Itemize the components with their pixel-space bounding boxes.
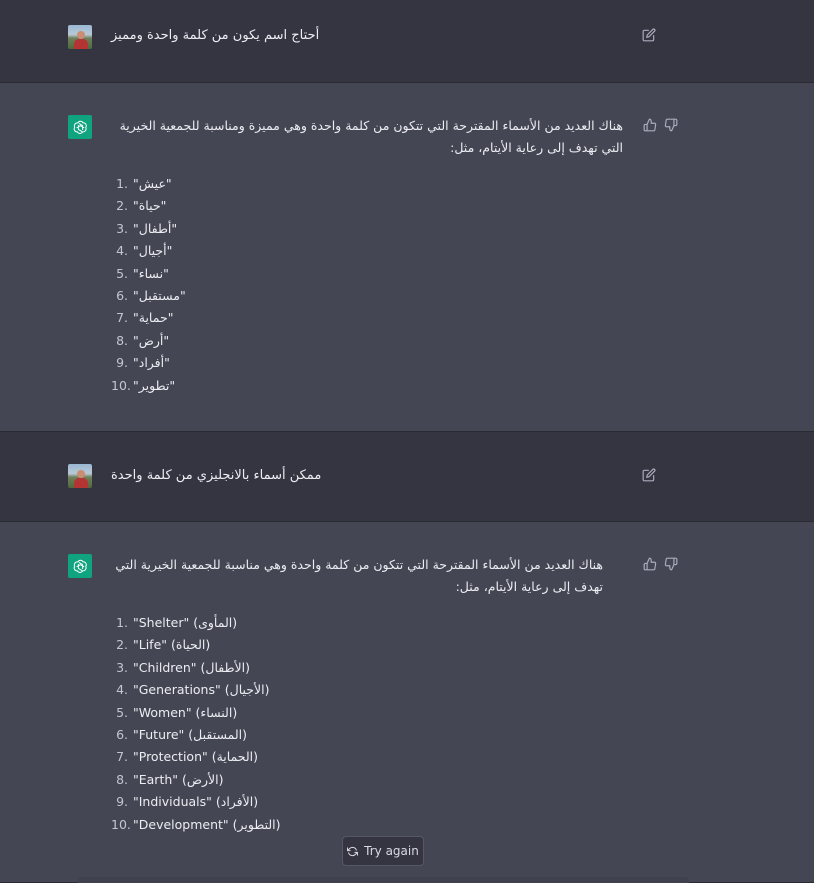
list-item: 3. "أطفال": [116, 220, 178, 236]
suggestion-list: 1. "Shelter" (المأوى) 2. "Life" (الحياة) 3…: [111, 612, 603, 836]
list-item: 8. "Earth" (الأرض): [116, 771, 224, 787]
thumbs-down-icon[interactable]: [664, 118, 678, 132]
user-avatar: [68, 25, 92, 49]
thumbs-down-icon[interactable]: [664, 557, 678, 571]
list-item: 6. "Future" (المستقبل): [116, 726, 248, 742]
list-item: 6. "مستقبل": [116, 287, 186, 303]
user-message-text: أحتاج اسم يكون من كلمة واحدة ومميز: [111, 28, 320, 43]
list-item: 8. "أرض": [116, 332, 170, 348]
edit-icon[interactable]: [642, 28, 656, 42]
list-item: 1. "عيش": [116, 176, 172, 191]
list-item: 9. "أفراد": [116, 355, 170, 371]
list-item: 4. "Generations" (الأجيال): [116, 682, 270, 698]
suggestion-list: 1. "عيش" 2. "حياة" 3. "أطفال" 4. "أجيال" 5. "…: [111, 173, 623, 397]
list-item: 10. "Development" (التطوير): [111, 816, 281, 832]
assistant-intro-line: هناك العديد من الأسماء المقترحة التي تتك…: [115, 557, 603, 572]
assistant-message-1: هناك العديد من الأسماء المقترحة التي تتك…: [0, 83, 814, 432]
list-item: 7. "حماية": [116, 310, 174, 326]
list-item: 1. "Shelter" (المأوى): [116, 615, 238, 630]
list-item: 5. "Women" (النساء): [116, 704, 238, 720]
assistant-message-2: هناك العديد من الأسماء المقترحة التي تتك…: [0, 522, 814, 883]
user-message-text: ممكن أسماء بالانجليزي من كلمة واحدة: [111, 468, 322, 483]
list-item: 2. "Life" (الحياة): [116, 637, 211, 653]
assistant-intro-line: تهدف إلى رعاية الأيتام، مثل:: [455, 579, 603, 594]
openai-logo-icon: [68, 115, 92, 139]
refresh-icon: [347, 846, 359, 857]
try-again-label: Try again: [364, 844, 419, 858]
message-input-area[interactable]: [78, 877, 689, 883]
edit-icon[interactable]: [642, 468, 656, 482]
list-item: 7. "Protection" (الحماية): [116, 749, 259, 765]
user-message-2: ممكن أسماء بالانجليزي من كلمة واحدة: [0, 432, 814, 522]
try-again-button[interactable]: Try again: [342, 836, 424, 866]
user-message-1: أحتاج اسم يكون من كلمة واحدة ومميز: [0, 0, 814, 83]
assistant-intro-line: هناك العديد من الأسماء المقترحة التي تتك…: [119, 118, 623, 133]
list-item: 5. "نساء": [116, 265, 169, 281]
list-item: 10. "تطوير": [111, 377, 176, 393]
openai-logo-icon: [68, 554, 92, 578]
list-item: 2. "حياة": [116, 198, 167, 214]
user-avatar: [68, 464, 92, 488]
thumbs-up-icon[interactable]: [643, 557, 657, 571]
list-item: 3. "Children" (الأطفال): [116, 659, 251, 675]
list-item: 9. "Individuals" (الأفراد): [116, 794, 259, 810]
assistant-intro-line: التي تهدف إلى رعاية الأيتام، مثل:: [450, 140, 623, 155]
list-item: 4. "أجيال": [116, 243, 173, 259]
thumbs-up-icon[interactable]: [643, 118, 657, 132]
